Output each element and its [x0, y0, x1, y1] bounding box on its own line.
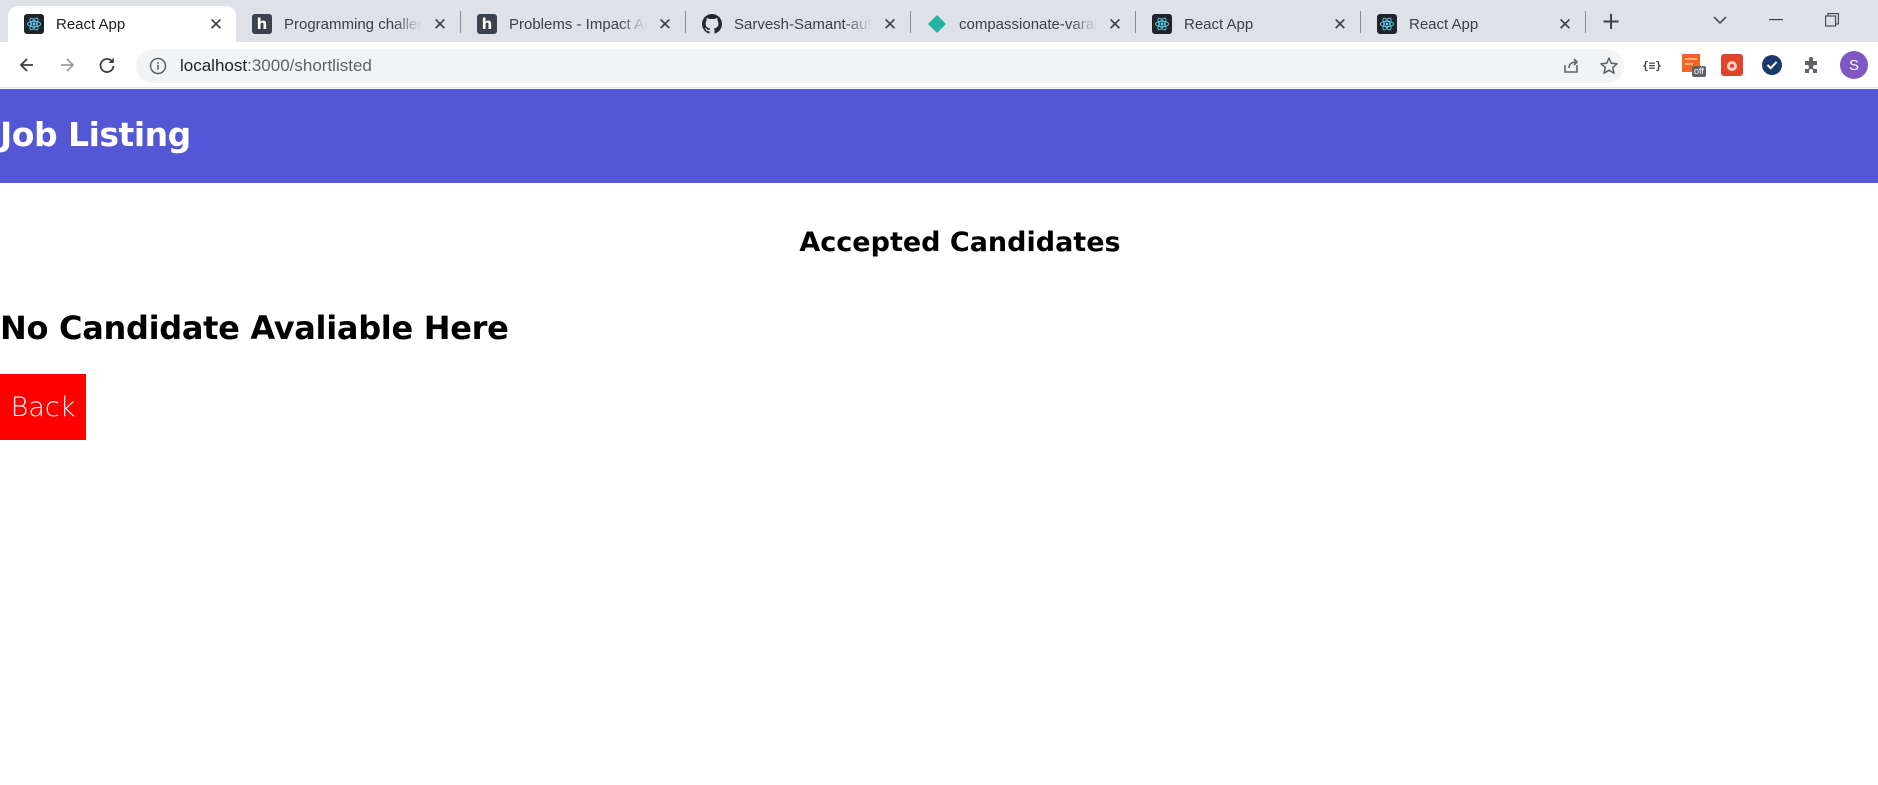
close-icon[interactable]: ✕ [1555, 14, 1575, 34]
minimize-button[interactable] [1748, 0, 1804, 40]
tab-github[interactable]: Sarvesh-Samant-au9/ ✕ [686, 6, 910, 42]
reload-icon[interactable] [91, 49, 123, 81]
tab-title: Sarvesh-Samant-au9/ [734, 15, 872, 33]
page-viewport: Job Listing Accepted Candidates No Candi… [0, 89, 1878, 785]
close-icon[interactable]: ✕ [1330, 14, 1350, 34]
new-tab-button[interactable]: + [1598, 7, 1624, 35]
react-icon [24, 14, 44, 34]
tab-title: compassionate-varah [959, 15, 1097, 33]
url-host: localhost [180, 56, 248, 75]
extension-off-badge: off [1692, 66, 1706, 77]
tab-title: React App [1409, 15, 1479, 33]
address-bar[interactable]: localhost:3000/shortlisted [136, 49, 1624, 83]
site-brand[interactable]: Job Listing [0, 115, 191, 154]
netlify-icon [927, 14, 947, 34]
tab-title: React App [1184, 15, 1254, 33]
close-icon[interactable]: ✕ [655, 14, 675, 34]
tab-problems-impact[interactable]: h Problems - Impact An ✕ [461, 6, 685, 42]
extension-off-icon[interactable]: off [1681, 53, 1706, 77]
tab-netlify[interactable]: compassionate-varah ✕ [911, 6, 1135, 42]
tab-strip: React App ✕ h Programming challen ✕ h Pr… [0, 0, 1878, 42]
back-button[interactable]: Back [0, 374, 86, 440]
forward-arrow-icon[interactable] [51, 49, 83, 81]
page-title: Accepted Candidates [799, 227, 1121, 258]
empty-state-message: No Candidate Avaliable Here [0, 309, 509, 347]
bookmark-star-icon[interactable] [1594, 49, 1624, 83]
tab-search-button[interactable] [1692, 0, 1748, 40]
tab-title: Problems - Impact An [509, 15, 647, 33]
url-text: localhost:3000/shortlisted [180, 56, 372, 76]
hackerrank-icon: h [252, 14, 272, 34]
react-icon [1152, 14, 1172, 34]
back-arrow-icon[interactable] [11, 49, 43, 81]
tab-react-app-2[interactable]: React App ✕ [1136, 6, 1360, 42]
browser-toolbar: localhost:3000/shortlisted {≡} off S [0, 42, 1878, 88]
share-icon[interactable] [1556, 49, 1586, 83]
checkmark-extension-icon[interactable] [1760, 53, 1784, 77]
close-icon[interactable]: ✕ [880, 14, 900, 34]
profile-avatar[interactable]: S [1840, 51, 1868, 79]
tab-title: Programming challen [284, 15, 422, 33]
github-icon [702, 14, 722, 34]
url-path: :3000/shortlisted [247, 56, 372, 75]
tab-title: React App [56, 15, 126, 33]
tab-programming-challenges[interactable]: h Programming challen ✕ [236, 6, 460, 42]
close-icon[interactable]: ✕ [1105, 14, 1125, 34]
tab-separator [1585, 11, 1586, 33]
tab-react-app-3[interactable]: React App ✕ [1361, 6, 1585, 42]
site-navbar: Job Listing [0, 89, 1878, 183]
extensions-puzzle-icon[interactable] [1800, 53, 1824, 77]
tab-react-app-1[interactable]: React App ✕ [8, 6, 236, 42]
close-icon[interactable]: ✕ [206, 14, 226, 34]
bug-extension-icon[interactable] [1720, 53, 1744, 77]
react-icon [1377, 14, 1397, 34]
hackerrank-icon: h [477, 14, 497, 34]
close-icon[interactable]: ✕ [430, 14, 450, 34]
site-info-icon[interactable] [148, 56, 168, 76]
restore-button[interactable] [1804, 0, 1860, 40]
json-viewer-extension-icon[interactable]: {≡} [1640, 53, 1664, 77]
